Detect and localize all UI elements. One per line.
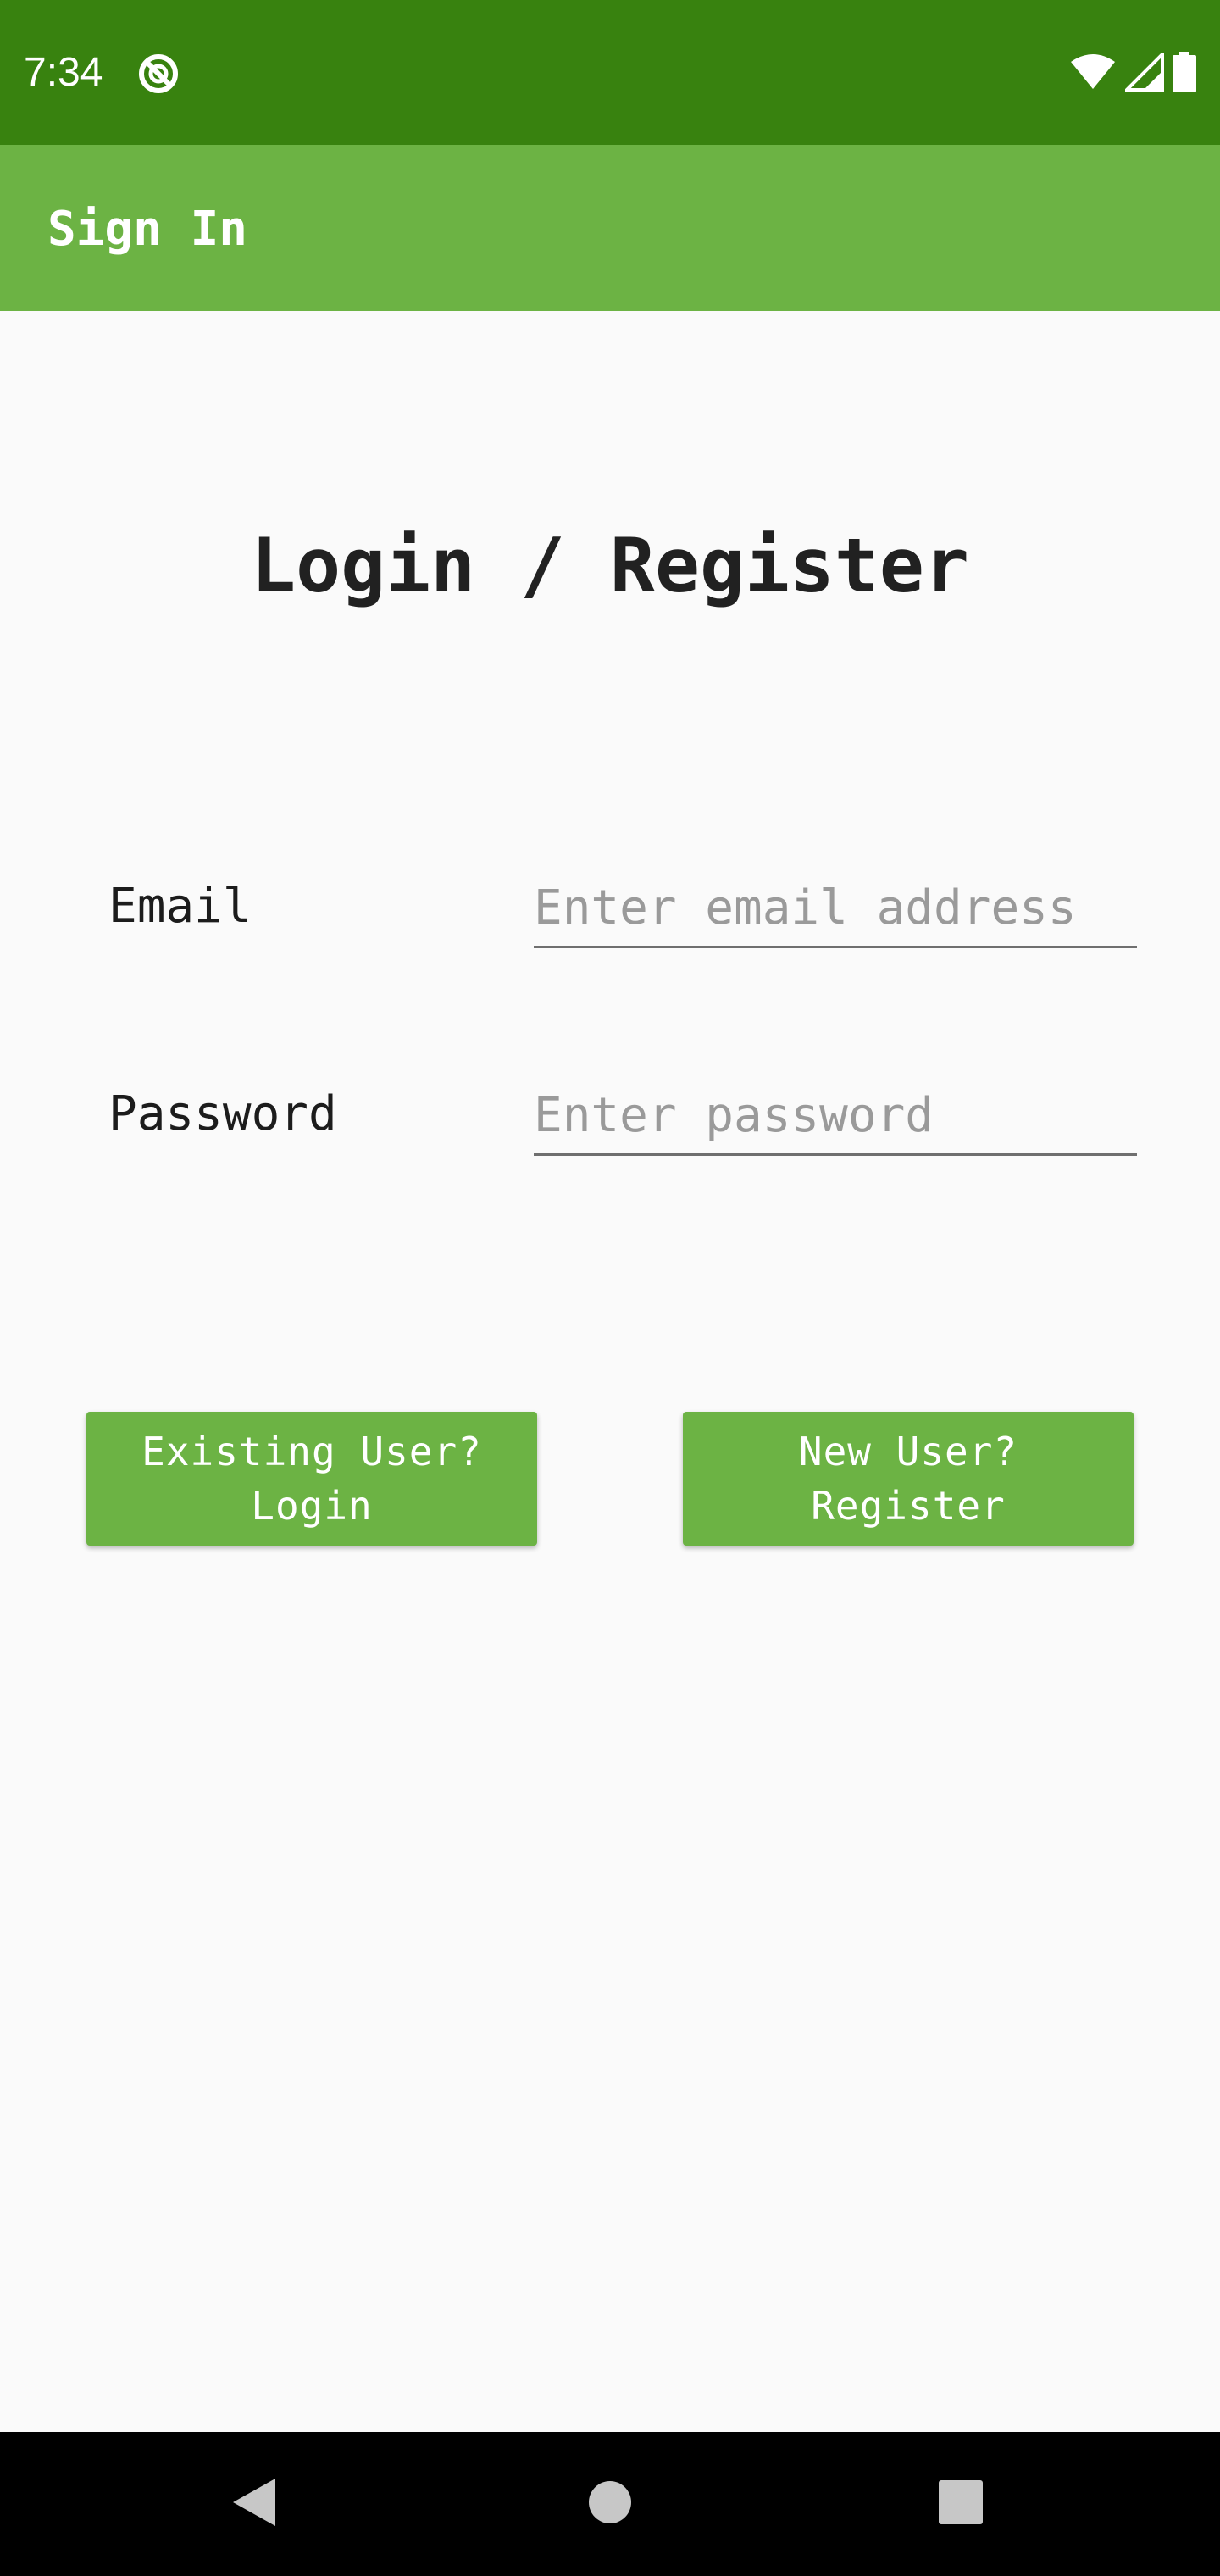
email-field[interactable]	[534, 869, 1137, 948]
page-title: Login / Register	[251, 522, 969, 609]
register-button[interactable]: New User? Register	[683, 1412, 1134, 1546]
register-button-label-line2: Register	[811, 1483, 1006, 1529]
battery-icon	[1173, 52, 1196, 96]
cell-signal-icon	[1123, 50, 1164, 95]
status-icons	[1069, 50, 1196, 97]
wifi-icon	[1069, 53, 1117, 94]
circle-slash-icon	[136, 51, 181, 97]
navigation-bar	[0, 2432, 1220, 2576]
recents-button[interactable]	[876, 2432, 1045, 2576]
email-label: Email	[108, 879, 252, 934]
app-bar-title: Sign In	[47, 202, 248, 257]
status-time: 7:34	[24, 50, 103, 95]
login-button-label-line2: Login	[251, 1483, 373, 1529]
login-button[interactable]: Existing User? Login	[86, 1412, 537, 1546]
back-icon	[231, 2477, 277, 2531]
status-bar: 7:34	[0, 0, 1220, 145]
home-button[interactable]	[525, 2432, 695, 2576]
password-label: Password	[108, 1086, 337, 1141]
home-icon	[588, 2480, 632, 2528]
login-button-label-line1: Existing User?	[141, 1429, 482, 1474]
app-bar: Sign In	[0, 145, 1220, 311]
back-button[interactable]	[169, 2432, 339, 2576]
recents-icon	[938, 2479, 984, 2529]
password-field[interactable]	[534, 1077, 1137, 1156]
register-button-label-line1: New User?	[798, 1429, 1018, 1474]
